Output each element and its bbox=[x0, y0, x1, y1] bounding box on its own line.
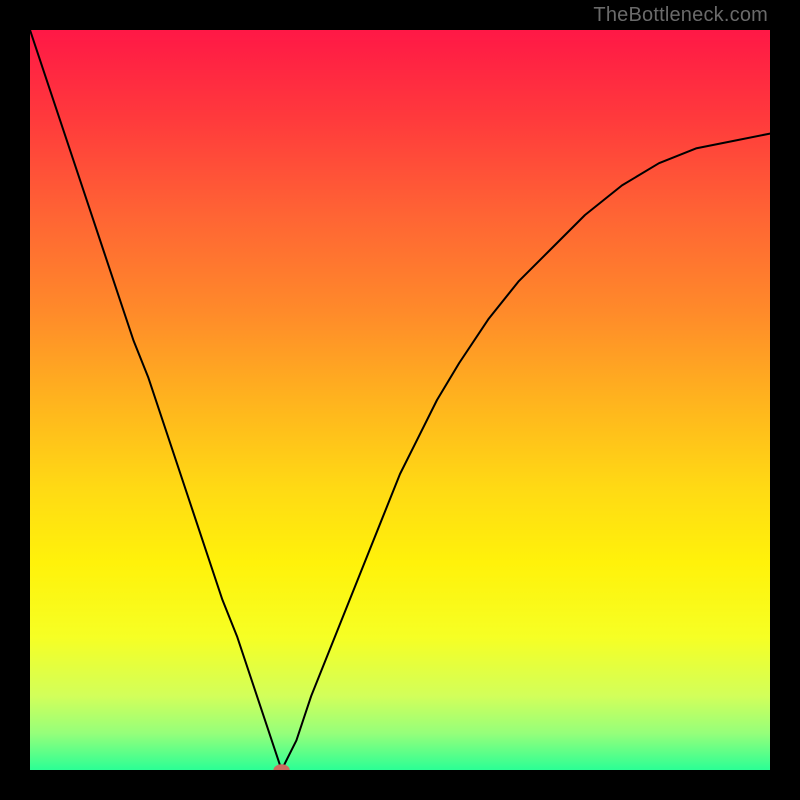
bottleneck-curve bbox=[30, 30, 770, 770]
plot-area bbox=[30, 30, 770, 770]
figure-container: TheBottleneck.com bbox=[0, 0, 800, 800]
chart-svg bbox=[30, 30, 770, 770]
watermark-text: TheBottleneck.com bbox=[593, 4, 768, 27]
minimum-marker bbox=[273, 764, 289, 770]
